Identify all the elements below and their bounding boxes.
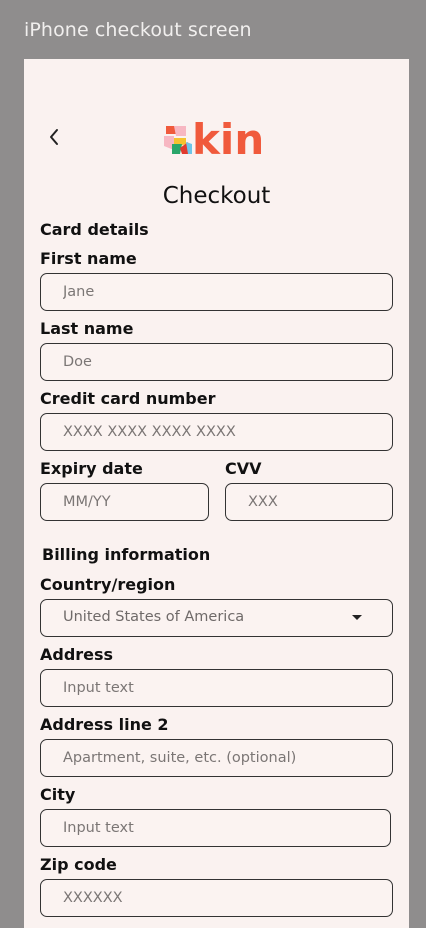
country-label: Country/region	[40, 575, 176, 594]
expiry-field[interactable]	[40, 483, 209, 521]
cvv-label: CVV	[225, 459, 262, 478]
address-input[interactable]	[41, 670, 392, 706]
address2-label: Address line 2	[40, 715, 169, 734]
zip-input[interactable]	[41, 880, 392, 916]
card-number-field[interactable]	[40, 413, 393, 451]
card-number-input[interactable]	[41, 414, 392, 450]
expiry-label: Expiry date	[40, 459, 143, 478]
expiry-input[interactable]	[41, 484, 208, 520]
last-name-input[interactable]	[41, 344, 392, 380]
last-name-field[interactable]	[40, 343, 393, 381]
last-name-label: Last name	[40, 319, 134, 338]
card-number-label: Credit card number	[40, 389, 216, 408]
country-select-value: United States of America	[63, 609, 245, 625]
city-input[interactable]	[41, 810, 390, 846]
logo-mark-icon	[164, 126, 192, 154]
first-name-input[interactable]	[41, 274, 392, 310]
address-label: Address	[40, 645, 114, 664]
address2-input[interactable]	[41, 740, 392, 776]
first-name-label: First name	[40, 249, 137, 268]
zip-label: Zip code	[40, 855, 117, 874]
back-button[interactable]	[44, 127, 64, 147]
frame-label: iPhone checkout screen	[24, 19, 252, 41]
country-select[interactable]: United States of America	[40, 599, 393, 637]
checkout-screen: kin Checkout Card details First name Las…	[24, 59, 409, 928]
chevron-left-icon	[50, 129, 58, 145]
city-label: City	[40, 785, 76, 804]
billing-heading: Billing information	[42, 545, 211, 564]
first-name-field[interactable]	[40, 273, 393, 311]
cvv-field[interactable]	[225, 483, 393, 521]
card-details-heading: Card details	[40, 220, 149, 239]
logo-wordmark: kin	[192, 115, 264, 158]
caret-down-icon	[352, 615, 362, 620]
city-field[interactable]	[40, 809, 391, 847]
kin-logo: kin	[164, 115, 264, 158]
cvv-input[interactable]	[226, 484, 392, 520]
address2-field[interactable]	[40, 739, 393, 777]
zip-field[interactable]	[40, 879, 393, 917]
page-title: Checkout	[162, 183, 271, 209]
address-field[interactable]	[40, 669, 393, 707]
